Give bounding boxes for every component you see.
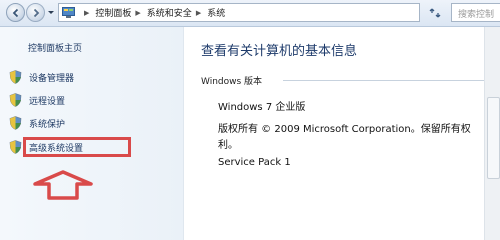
recent-pages-dropdown[interactable] xyxy=(47,7,55,17)
shield-icon xyxy=(9,116,22,130)
arrow-left-icon xyxy=(12,8,19,18)
forward-button[interactable] xyxy=(26,3,45,22)
refresh-icon xyxy=(429,8,441,17)
windows-edition-heading: Windows 版本 xyxy=(201,77,263,87)
address-field[interactable]: ▶ 控制面板 ▶ 系统和安全 ▶ 系统 xyxy=(58,3,420,22)
vertical-scrollbar[interactable] xyxy=(484,27,500,240)
address-bar: ▶ 控制面板 ▶ 系统和安全 ▶ 系统 搜索控制 xyxy=(0,0,500,27)
control-panel-home-link[interactable]: 控制面板主页 xyxy=(28,41,82,54)
shield-icon xyxy=(9,140,22,154)
shield-icon xyxy=(9,93,22,107)
breadcrumb-system-security[interactable]: 系统和安全 xyxy=(147,6,192,19)
copyright-text: 版权所有 © 2009 Microsoft Corporation。保留所有权利… xyxy=(218,124,471,151)
chevron-right-icon[interactable]: ▶ xyxy=(196,9,201,17)
task-remote-settings[interactable]: 远程设置 xyxy=(9,92,65,108)
back-button[interactable] xyxy=(6,3,25,22)
task-label: 设备管理器 xyxy=(29,73,75,84)
task-label: 远程设置 xyxy=(29,96,66,107)
page-title: 查看有关计算机的基本信息 xyxy=(201,44,358,59)
chevron-right-icon[interactable]: ▶ xyxy=(135,9,140,17)
shield-icon xyxy=(9,70,22,84)
search-input[interactable]: 搜索控制 xyxy=(451,3,500,22)
breadcrumb-control-panel[interactable]: 控制面板 xyxy=(95,6,131,19)
annotation-highlight-box xyxy=(23,137,131,157)
control-panel-icon xyxy=(62,7,75,18)
search-placeholder: 搜索控制 xyxy=(458,10,495,20)
task-system-protection[interactable]: 系统保护 xyxy=(9,115,65,131)
windows-edition-value: Windows 7 企业版 xyxy=(218,102,306,113)
annotation-up-arrow-icon xyxy=(33,170,93,200)
breadcrumb-system[interactable]: 系统 xyxy=(207,6,225,19)
left-nav-pane: 控制面板主页 设备管理器 远程设置 系统保护 高级系统设置 xyxy=(0,27,184,240)
refresh-button[interactable] xyxy=(424,3,446,22)
scrollbar-thumb[interactable] xyxy=(487,97,500,179)
task-device-manager[interactable]: 设备管理器 xyxy=(9,69,74,85)
service-pack-value: Service Pack 1 xyxy=(218,157,291,168)
divider xyxy=(283,80,500,81)
arrow-right-icon xyxy=(33,8,40,18)
task-label: 系统保护 xyxy=(29,119,66,130)
chevron-right-icon[interactable]: ▶ xyxy=(84,9,89,17)
